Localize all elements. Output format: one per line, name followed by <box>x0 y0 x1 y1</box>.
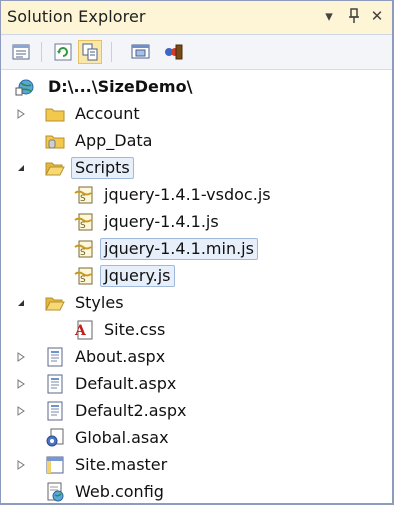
javascript-file-icon: S <box>74 212 94 232</box>
svg-text:S: S <box>80 248 86 258</box>
master-page-icon <box>45 455 65 475</box>
tree-item-label: Styles <box>75 293 124 312</box>
tree-item-account[interactable]: Account <box>1 101 392 127</box>
tree-item-label: jquery-1.4.1.min.js <box>100 238 258 260</box>
javascript-file-icon: S <box>74 266 94 286</box>
web-project-icon <box>15 77 35 97</box>
toolbar-separator <box>111 42 112 62</box>
chevron-down-icon[interactable]: ▾ <box>319 5 339 27</box>
tree-root[interactable]: D:\...\SizeDemo\ <box>1 74 392 100</box>
svg-text:S: S <box>80 221 86 231</box>
aspx-file-icon <box>45 374 65 394</box>
aspx-file-icon <box>45 347 65 367</box>
tree-item-styles[interactable]: Styles <box>1 290 392 316</box>
tree-item-label: Account <box>75 104 140 123</box>
tree-item-label: App_Data <box>75 131 153 150</box>
javascript-file-icon: S <box>74 239 94 259</box>
svg-text:A: A <box>74 323 87 339</box>
tree-item-label: Default.aspx <box>75 374 177 393</box>
expand-arrow-icon[interactable] <box>15 378 27 390</box>
expand-arrow-icon[interactable] <box>15 108 27 120</box>
tree-item-jquery-custom[interactable]: S Jquery.js <box>1 263 392 289</box>
tree-item-site-master[interactable]: Site.master <box>1 452 392 478</box>
tree-item-label: Site.master <box>75 455 168 474</box>
svg-text:S: S <box>80 194 86 204</box>
close-icon[interactable]: ✕ <box>367 5 387 27</box>
special-folder-icon <box>45 131 65 151</box>
svg-text:S: S <box>80 275 86 285</box>
tree-item-about-aspx[interactable]: About.aspx <box>1 344 392 370</box>
folder-icon <box>45 104 65 124</box>
tree-item-label: About.aspx <box>75 347 166 366</box>
tree-item-jquery[interactable]: S jquery-1.4.1.js <box>1 209 392 235</box>
tree-item-site-css[interactable]: A Site.css <box>1 317 392 343</box>
tree-item-label: Global.asax <box>75 428 169 447</box>
tree-item-default2-aspx[interactable]: Default2.aspx <box>1 398 392 424</box>
panel-titlebar: Solution Explorer ▾ ✕ <box>1 1 392 35</box>
expand-arrow-icon[interactable] <box>15 405 27 417</box>
tree-item-jquery-min[interactable]: S jquery-1.4.1.min.js <box>1 236 392 262</box>
collapse-arrow-icon[interactable] <box>15 297 27 309</box>
tree-item-label: Default2.aspx <box>75 401 187 420</box>
tree-item-label: Site.css <box>104 320 166 339</box>
properties-icon[interactable] <box>9 40 33 64</box>
refresh-icon[interactable] <box>51 40 75 64</box>
show-all-files-icon[interactable] <box>78 40 102 64</box>
tree-item-default-aspx[interactable]: Default.aspx <box>1 371 392 397</box>
tree-item-jquery-vsdoc[interactable]: S jquery-1.4.1-vsdoc.js <box>1 182 392 208</box>
tree-item-label: Web.config <box>75 482 164 501</box>
config-file-icon <box>45 482 65 502</box>
aspx-file-icon <box>45 401 65 421</box>
tree-root-label: D:\...\SizeDemo\ <box>48 77 193 96</box>
tree-item-label: jquery-1.4.1-vsdoc.js <box>104 185 271 204</box>
solution-explorer-panel: Solution Explorer ▾ ✕ D:\...\SizeDemo\ A… <box>0 0 394 505</box>
open-folder-icon <box>45 158 65 178</box>
tree-item-label: jquery-1.4.1.js <box>104 212 219 231</box>
panel-toolbar <box>1 35 392 70</box>
collapse-arrow-icon[interactable] <box>15 162 27 174</box>
view-class-diagram-icon[interactable] <box>161 40 185 64</box>
tree-item-app-data[interactable]: App_Data <box>1 128 392 154</box>
global-asax-icon <box>45 428 65 448</box>
tree-item-scripts[interactable]: Scripts <box>1 155 392 181</box>
expand-arrow-icon[interactable] <box>15 351 27 363</box>
javascript-file-icon: S <box>74 185 94 205</box>
panel-title: Solution Explorer <box>7 7 146 26</box>
open-folder-icon <box>45 293 65 313</box>
toolbar-separator <box>41 42 42 62</box>
css-file-icon: A <box>74 320 94 340</box>
view-designer-icon[interactable] <box>129 40 153 64</box>
pin-icon[interactable] <box>344 5 364 27</box>
expand-arrow-icon[interactable] <box>15 459 27 471</box>
tree-item-label: Jquery.js <box>100 265 175 287</box>
tree-item-label: Scripts <box>71 157 134 179</box>
tree-item-web-config[interactable]: Web.config <box>1 479 392 503</box>
tree-item-global-asax[interactable]: Global.asax <box>1 425 392 451</box>
